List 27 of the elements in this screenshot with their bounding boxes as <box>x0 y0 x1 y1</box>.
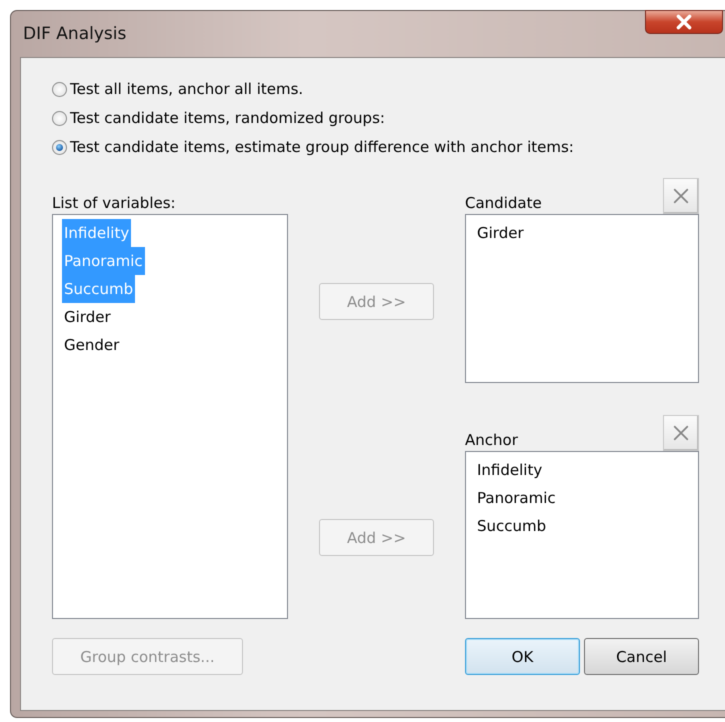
variables-list[interactable]: Infidelity Panoramic Succumb Girder Gender <box>52 214 288 619</box>
radio-button[interactable] <box>52 110 67 126</box>
close-icon <box>671 423 691 443</box>
cancel-button[interactable]: Cancel <box>584 638 699 675</box>
clear-button[interactable] <box>663 178 699 214</box>
radio-label[interactable]: Test all items, anchor all items. <box>70 80 304 98</box>
radio-button[interactable] <box>52 82 67 96</box>
radio-label[interactable]: Test candidate items, randomized groups: <box>70 109 385 127</box>
close-icon <box>675 13 693 31</box>
candidate-list[interactable]: Girder <box>465 214 699 383</box>
ok-button[interactable]: OK <box>465 638 580 675</box>
list-label: Anchor <box>465 430 518 451</box>
list-item[interactable]: Succumb <box>475 512 548 540</box>
list-item[interactable]: Gender <box>62 331 122 359</box>
window-title: DIF Analysis <box>23 24 126 44</box>
list-item[interactable]: Infidelity <box>475 456 544 484</box>
close-icon <box>671 186 691 206</box>
radio-label[interactable]: Test candidate items, estimate group difference with anchor items: <box>70 138 574 156</box>
radio-button[interactable] <box>52 140 67 154</box>
list-label: Candidate <box>465 193 542 214</box>
close-button[interactable] <box>645 10 723 34</box>
clear-button[interactable] <box>663 415 699 451</box>
list-item[interactable]: Girder <box>62 303 113 331</box>
list-item[interactable]: Panoramic <box>475 484 558 512</box>
list-item[interactable]: Girder <box>475 219 526 247</box>
list-label: List of variables: <box>52 193 177 214</box>
anchor-list[interactable]: Infidelity Panoramic Succumb <box>465 451 699 619</box>
